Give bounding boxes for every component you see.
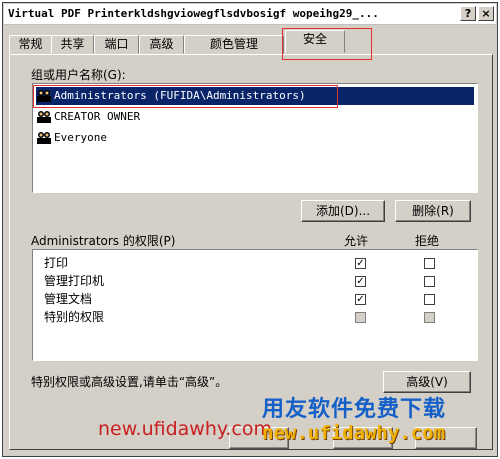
user-name: Everyone bbox=[54, 131, 107, 144]
permission-name: 管理打印机 bbox=[44, 274, 105, 288]
allow-manage-documents-checkbox[interactable]: ✓ bbox=[355, 294, 366, 305]
permission-row-manage-documents: 管理文档 bbox=[44, 290, 464, 308]
deny-header: 拒绝 bbox=[415, 234, 440, 248]
list-item[interactable]: Everyone bbox=[36, 129, 474, 147]
user-group-icon bbox=[37, 132, 51, 144]
tab-general[interactable]: 常规 bbox=[9, 35, 52, 54]
remove-button[interactable]: 删除(R) bbox=[395, 200, 471, 222]
security-tab-highlight bbox=[282, 28, 372, 60]
list-item[interactable]: CREATOR OWNER bbox=[36, 108, 474, 126]
permissions-label: Administrators 的权限(P) bbox=[31, 234, 176, 248]
printer-properties-dialog: Virtual PDF Printerkldshgviowegflsdvbosi… bbox=[2, 2, 498, 457]
deny-manage-documents-checkbox[interactable] bbox=[424, 294, 435, 305]
permission-name: 管理文档 bbox=[44, 292, 93, 306]
allow-special-checkbox bbox=[355, 312, 366, 323]
tab-sharing[interactable]: 共享 bbox=[51, 35, 94, 54]
watermark-url-yellow: new.ufidawhy.com bbox=[262, 422, 446, 444]
permission-row-special: 特别的权限 bbox=[44, 308, 464, 326]
permission-row-print: 打印 bbox=[44, 254, 464, 272]
selected-user-highlight bbox=[33, 85, 338, 108]
tab-color-management[interactable]: 颜色管理 bbox=[184, 35, 284, 54]
help-button[interactable]: ? bbox=[460, 6, 476, 21]
advanced-button[interactable]: 高级(V) bbox=[383, 371, 471, 393]
tab-strip: 常规 共享 端口 高级 颜色管理 安全 bbox=[9, 30, 491, 54]
groups-label: 组或用户名称(G): bbox=[31, 68, 126, 82]
deny-manage-printer-checkbox[interactable] bbox=[424, 276, 435, 287]
deny-special-checkbox bbox=[424, 312, 435, 323]
permission-name: 特别的权限 bbox=[44, 310, 105, 324]
tab-ports[interactable]: 端口 bbox=[94, 35, 139, 54]
allow-print-checkbox[interactable]: ✓ bbox=[355, 258, 366, 269]
title-bar: Virtual PDF Printerkldshgviowegflsdvbosi… bbox=[4, 4, 496, 25]
add-button[interactable]: 添加(D)... bbox=[301, 200, 385, 222]
watermark-url-red: new.ufidawhy.com bbox=[98, 418, 273, 440]
allow-header: 允许 bbox=[344, 234, 369, 248]
close-button[interactable]: × bbox=[478, 6, 494, 21]
permissions-list: 打印 管理打印机 管理文档 特别的权限 ✓ ✓ ✓ bbox=[32, 249, 478, 361]
tab-advanced[interactable]: 高级 bbox=[139, 35, 184, 54]
permission-row-manage-printer: 管理打印机 bbox=[44, 272, 464, 290]
allow-manage-printer-checkbox[interactable]: ✓ bbox=[355, 276, 366, 287]
permission-name: 打印 bbox=[44, 256, 69, 270]
user-group-icon bbox=[37, 111, 51, 123]
deny-print-checkbox[interactable] bbox=[424, 258, 435, 269]
user-name: CREATOR OWNER bbox=[54, 110, 141, 123]
window-title: Virtual PDF Printerkldshgviowegflsdvbosi… bbox=[8, 7, 379, 20]
advanced-hint: 特别权限或高级设置,请单击“高级”。 bbox=[31, 375, 228, 389]
watermark-chinese: 用友软件免费下载 bbox=[262, 397, 447, 422]
